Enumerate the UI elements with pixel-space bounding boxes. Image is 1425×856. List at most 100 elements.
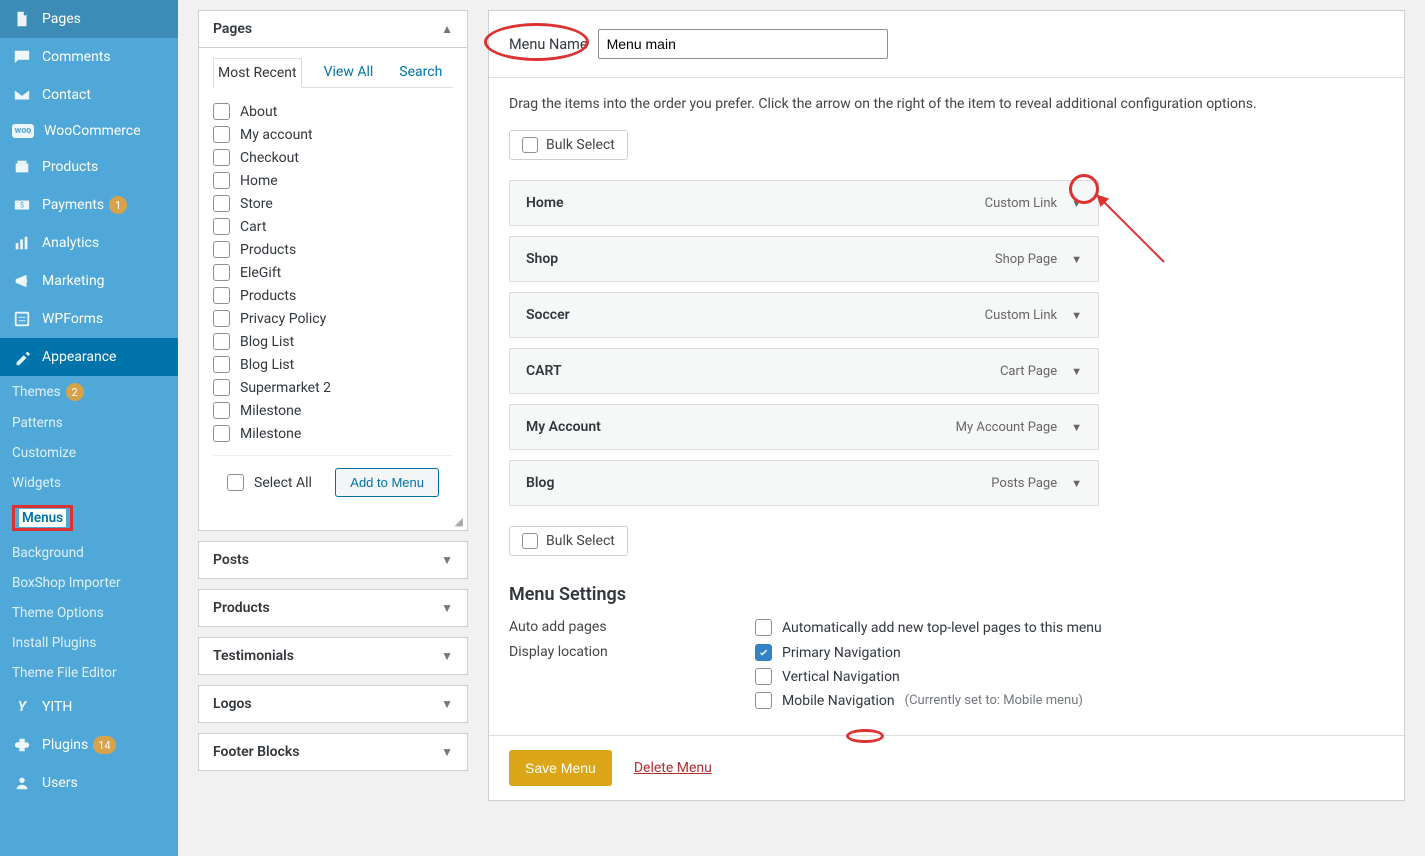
page-check-item[interactable]: Products xyxy=(213,238,453,261)
sidebar-item-marketing[interactable]: Marketing xyxy=(0,262,178,300)
page-check-item[interactable]: Privacy Policy xyxy=(213,307,453,330)
menu-item[interactable]: CARTCart Page▼ xyxy=(509,348,1099,394)
admin-sidebar: Pages Comments Contact woo WooCommerce P… xyxy=(0,0,178,856)
location-checkbox[interactable] xyxy=(755,668,772,685)
sidebar-sub-installplugins[interactable]: Install Plugins xyxy=(0,628,178,658)
sidebar-item-users[interactable]: Users xyxy=(0,764,178,802)
bulk-select-checkbox[interactable] xyxy=(522,533,538,549)
auto-add-checkbox[interactable] xyxy=(755,619,772,636)
save-menu-button[interactable]: Save Menu xyxy=(509,750,612,786)
page-checkbox[interactable] xyxy=(213,379,230,396)
sidebar-item-comments[interactable]: Comments xyxy=(0,38,178,76)
sidebar-sub-menus[interactable]: Menus xyxy=(0,498,178,538)
page-checkbox[interactable] xyxy=(213,356,230,373)
page-label: Supermarket 2 xyxy=(240,380,331,396)
select-all-checkbox[interactable] xyxy=(227,474,244,491)
menu-name-input[interactable] xyxy=(598,29,888,59)
chevron-down-icon[interactable]: ▼ xyxy=(1071,309,1082,322)
display-location-check[interactable]: Primary Navigation xyxy=(755,644,1083,661)
chevron-down-icon[interactable]: ▼ xyxy=(1071,197,1082,210)
sidebar-item-wpforms[interactable]: WPForms xyxy=(0,300,178,338)
menu-instructions: Drag the items into the order you prefer… xyxy=(509,96,1384,112)
metabox-header[interactable]: Posts▼ xyxy=(199,542,467,578)
location-checkbox[interactable] xyxy=(755,692,772,709)
sidebar-item-pages[interactable]: Pages xyxy=(0,0,178,38)
add-to-menu-button[interactable]: Add to Menu xyxy=(335,468,439,497)
chevron-down-icon[interactable]: ▼ xyxy=(1071,477,1082,490)
page-check-item[interactable]: Store xyxy=(213,192,453,215)
menu-header: Menu Name xyxy=(489,11,1404,78)
sidebar-sub-boxshop[interactable]: BoxShop Importer xyxy=(0,568,178,598)
bulk-select-bottom[interactable]: Bulk Select xyxy=(509,526,628,556)
location-checkbox[interactable] xyxy=(755,644,772,661)
page-check-item[interactable]: Home xyxy=(213,169,453,192)
menu-item[interactable]: ShopShop Page▼ xyxy=(509,236,1099,282)
sidebar-item-products[interactable]: Products xyxy=(0,148,178,186)
sidebar-sub-customize[interactable]: Customize xyxy=(0,438,178,468)
page-check-item[interactable]: Products xyxy=(213,284,453,307)
page-check-item[interactable]: About xyxy=(213,100,453,123)
page-checkbox[interactable] xyxy=(213,126,230,143)
page-checkbox[interactable] xyxy=(213,241,230,258)
page-checkbox[interactable] xyxy=(213,195,230,212)
sidebar-label: Contact xyxy=(42,87,91,103)
page-check-item[interactable]: Cart xyxy=(213,215,453,238)
page-checkbox[interactable] xyxy=(213,264,230,281)
sidebar-sub-widgets[interactable]: Widgets xyxy=(0,468,178,498)
pages-header[interactable]: Pages ▲ xyxy=(199,11,467,48)
bulk-select-top[interactable]: Bulk Select xyxy=(509,130,628,160)
sidebar-item-appearance[interactable]: Appearance xyxy=(0,338,178,376)
bulk-select-checkbox[interactable] xyxy=(522,137,538,153)
sidebar-sub-patterns[interactable]: Patterns xyxy=(0,408,178,438)
sidebar-item-payments[interactable]: $ Payments 1 xyxy=(0,186,178,224)
page-checkbox[interactable] xyxy=(213,333,230,350)
page-check-item[interactable]: Blog List xyxy=(213,330,453,353)
auto-add-check[interactable]: Automatically add new top-level pages to… xyxy=(755,619,1102,636)
page-check-item[interactable]: Milestone xyxy=(213,422,453,445)
page-check-item[interactable]: My account xyxy=(213,123,453,146)
page-checkbox[interactable] xyxy=(213,103,230,120)
metabox-header[interactable]: Products▼ xyxy=(199,590,467,626)
page-check-item[interactable]: Checkout xyxy=(213,146,453,169)
sidebar-item-yith[interactable]: Y YITH xyxy=(0,688,178,726)
tab-search[interactable]: Search xyxy=(395,58,446,87)
sidebar-sub-themefileeditor[interactable]: Theme File Editor xyxy=(0,658,178,688)
sidebar-item-woocommerce[interactable]: woo WooCommerce xyxy=(0,114,178,148)
page-checkbox[interactable] xyxy=(213,172,230,189)
tab-most-recent[interactable]: Most Recent xyxy=(213,58,302,88)
page-check-item[interactable]: Milestone xyxy=(213,399,453,422)
menu-item[interactable]: SoccerCustom Link▼ xyxy=(509,292,1099,338)
page-checkbox[interactable] xyxy=(213,287,230,304)
page-check-item[interactable]: Blog List xyxy=(213,353,453,376)
sidebar-sub-background[interactable]: Background xyxy=(0,538,178,568)
page-checkbox[interactable] xyxy=(213,149,230,166)
page-check-item[interactable]: Supermarket 2 xyxy=(213,376,453,399)
display-location-check[interactable]: Mobile Navigation(Currently set to: Mobi… xyxy=(755,692,1083,709)
menu-item[interactable]: HomeCustom Link▼ xyxy=(509,180,1099,226)
chevron-down-icon[interactable]: ▼ xyxy=(1071,253,1082,266)
metabox-header[interactable]: Footer Blocks▼ xyxy=(199,734,467,770)
menu-item[interactable]: BlogPosts Page▼ xyxy=(509,460,1099,506)
sidebar-sub-themes[interactable]: Themes 2 xyxy=(0,376,178,408)
display-location-check[interactable]: Vertical Navigation xyxy=(755,668,1083,685)
metabox-header[interactable]: Logos▼ xyxy=(199,686,467,722)
delete-menu-link[interactable]: Delete Menu xyxy=(634,760,712,776)
page-checkbox[interactable] xyxy=(213,310,230,327)
chevron-down-icon[interactable]: ▼ xyxy=(1071,421,1082,434)
sidebar-item-plugins[interactable]: Plugins 14 xyxy=(0,726,178,764)
page-checkbox[interactable] xyxy=(213,218,230,235)
sidebar-sub-themeoptions[interactable]: Theme Options xyxy=(0,598,178,628)
page-checkbox[interactable] xyxy=(213,425,230,442)
page-checkbox[interactable] xyxy=(213,402,230,419)
appearance-icon xyxy=(12,347,32,367)
tab-view-all[interactable]: View All xyxy=(320,58,378,87)
chevron-down-icon[interactable]: ▼ xyxy=(1071,365,1082,378)
sidebar-item-contact[interactable]: Contact xyxy=(0,76,178,114)
metabox-header[interactable]: Testimonials▼ xyxy=(199,638,467,674)
menu-item-title: Blog xyxy=(526,475,554,491)
menu-item[interactable]: My AccountMy Account Page▼ xyxy=(509,404,1099,450)
resize-handle[interactable]: ◢ xyxy=(199,515,467,530)
page-check-item[interactable]: EleGift xyxy=(213,261,453,284)
select-all[interactable]: Select All xyxy=(227,471,312,494)
sidebar-item-analytics[interactable]: Analytics xyxy=(0,224,178,262)
